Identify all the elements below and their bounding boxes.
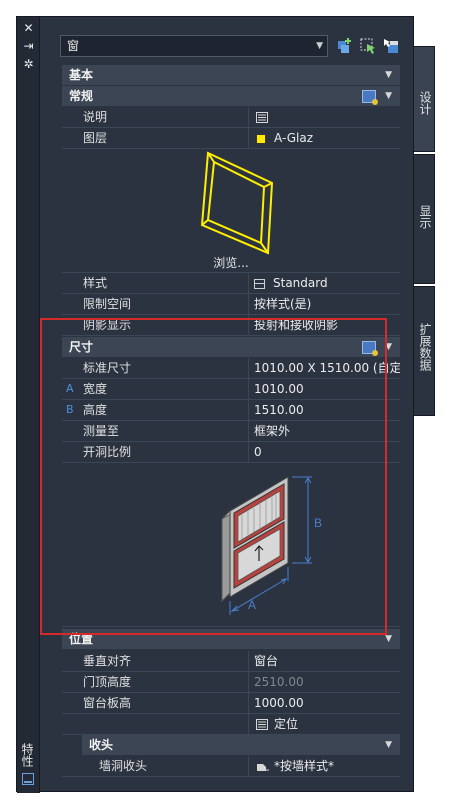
- tab-design[interactable]: 设计: [414, 46, 435, 152]
- property-row-location[interactable]: 定位: [62, 714, 400, 735]
- endcap-icon: [257, 763, 269, 771]
- property-label: 门顶高度: [83, 672, 249, 692]
- property-row-description[interactable]: 说明: [62, 107, 400, 128]
- tab-design-label: 设计: [418, 91, 432, 115]
- options-icon[interactable]: ✲: [21, 57, 36, 71]
- property-label: 说明: [83, 107, 249, 127]
- dimensions-highlight-frame: [40, 318, 387, 635]
- property-label: 墙洞收头: [99, 756, 249, 776]
- tab-extended-data[interactable]: 扩展数据: [414, 286, 435, 416]
- properties-icon: [22, 773, 34, 785]
- object-type-value: 窗: [67, 39, 80, 53]
- property-value[interactable]: 窗台: [254, 651, 400, 671]
- property-value: 2510.00: [254, 675, 304, 689]
- style-icon: [254, 278, 265, 289]
- property-value[interactable]: *按墙样式*: [254, 756, 400, 776]
- quick-select-add-icon[interactable]: [336, 37, 354, 55]
- property-label: 窗台板高: [83, 693, 249, 713]
- property-row-layer[interactable]: 图层 A-Glaz: [62, 128, 400, 149]
- palette-title: 特性: [20, 743, 34, 767]
- location-link[interactable]: 定位: [274, 717, 298, 731]
- quick-properties-icon[interactable]: [362, 90, 378, 105]
- select-objects-icon[interactable]: [359, 37, 377, 55]
- section-finish[interactable]: 收头 ▼: [82, 735, 400, 756]
- section-basic[interactable]: 基本 ▼: [62, 65, 400, 86]
- chevron-down-icon: ▼: [316, 41, 323, 51]
- property-row-style[interactable]: 样式 Standard: [62, 273, 400, 294]
- auto-hide-icon[interactable]: ⇥: [21, 39, 36, 53]
- property-label: 图层: [83, 128, 249, 148]
- close-icon[interactable]: ✕: [21, 21, 36, 35]
- property-label: 垂直对齐: [83, 651, 249, 671]
- property-value[interactable]: 按样式(是): [254, 294, 400, 314]
- property-row-bound-spaces[interactable]: 限制空间 按样式(是): [62, 294, 400, 315]
- object-type-select[interactable]: 窗 ▼: [60, 35, 328, 57]
- chevron-down-icon[interactable]: ▼: [385, 735, 392, 756]
- section-basic-label: 基本: [69, 68, 94, 82]
- description-editor-icon[interactable]: [256, 112, 268, 123]
- endcap-value: *按墙样式*: [274, 759, 335, 773]
- property-value[interactable]: [254, 107, 400, 127]
- location-worksheet-icon: [256, 719, 268, 730]
- browse-link[interactable]: 浏览...: [62, 255, 400, 271]
- property-value[interactable]: 定位: [254, 714, 400, 734]
- property-row-wall-opening-endcap[interactable]: 墙洞收头 *按墙样式*: [62, 756, 400, 777]
- style-preview-area: 浏览...: [62, 149, 400, 273]
- layer-name: A-Glaz: [274, 131, 313, 145]
- property-value[interactable]: A-Glaz: [254, 128, 400, 148]
- chevron-down-icon[interactable]: ▼: [385, 86, 392, 107]
- palette-title-strip: ✕ ⇥ ✲ 特性: [17, 17, 40, 793]
- section-finish-label: 收头: [89, 738, 114, 752]
- section-general[interactable]: 常规 ▼: [62, 86, 400, 107]
- property-row-head-height: 门顶高度 2510.00: [62, 672, 400, 693]
- tab-display[interactable]: 显示: [414, 154, 435, 284]
- property-value[interactable]: 1000.00: [254, 693, 400, 713]
- toggle-pickadd-icon[interactable]: [382, 37, 400, 55]
- property-row-vertical-alignment[interactable]: 垂直对齐 窗台: [62, 651, 400, 672]
- chevron-down-icon[interactable]: ▼: [385, 65, 392, 86]
- tab-display-label: 显示: [418, 205, 432, 229]
- property-value[interactable]: Standard: [254, 273, 400, 293]
- tab-extended-data-label: 扩展数据: [418, 323, 432, 371]
- property-label: [83, 714, 249, 734]
- property-label: 限制空间: [83, 294, 249, 314]
- property-label: 样式: [83, 273, 249, 293]
- layer-color-swatch: [256, 133, 266, 144]
- style-name: Standard: [273, 276, 328, 290]
- section-general-label: 常规: [69, 89, 94, 103]
- property-row-sill-height[interactable]: 窗台板高 1000.00: [62, 693, 400, 714]
